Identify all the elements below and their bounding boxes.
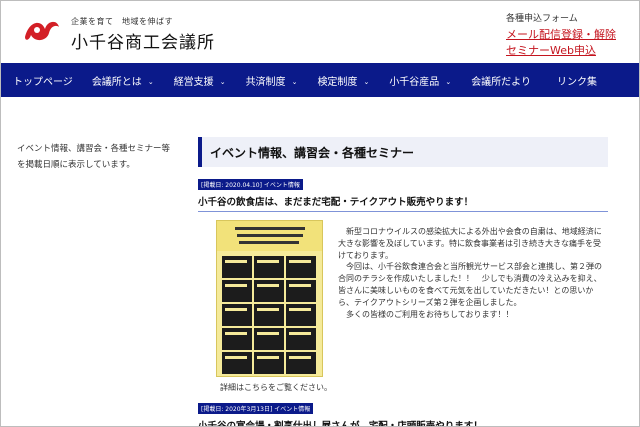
nav-item-label: 共済制度 [245,76,286,88]
chevron-down-icon: ⌄ [219,78,226,86]
nav-item-top[interactable]: トップページ [13,63,73,97]
chevron-down-icon: ⌄ [291,78,298,86]
post-text: 新型コロナウイルスの感染拡大による外出や会食の自粛は、地域経済に大きな影響を及ぼ… [338,226,606,320]
nav-item-label: 会議所だより [471,76,531,88]
main-content: イベント情報、講習会・各種セミナー [掲載日: 2020.04.10] イベント… [198,137,608,426]
flyer-header [217,221,322,251]
chevron-down-icon: ⌄ [147,78,154,86]
post-title[interactable]: 小千谷の飲食店は、まだまだ宅配・テイクアウト販売やります！ [198,194,608,212]
page-title: イベント情報、講習会・各種セミナー [210,145,415,160]
post-meta-badge: [掲載日: 2020年3月13日] イベント情報 [198,403,314,414]
page-frame: 企業を育て 地域を伸ばす 小千谷商工会議所 各種申込フォーム メール配信登録・解… [0,0,640,427]
post-paragraph: 新型コロナウイルスの感染拡大による外出や会食の自粛は、地域経済に大きな影響を及ぼ… [338,227,602,260]
nav-item-label: 経営支援 [173,76,214,88]
seminar-web-apply-link[interactable]: セミナーWeb申込 [506,43,636,59]
page-title-box: イベント情報、講習会・各種セミナー [198,137,608,167]
detail-link[interactable]: 詳細はこちらをご覧ください。 [220,382,332,393]
flyer-shop-grid [221,255,318,375]
apply-forms-label: 各種申込フォーム [506,14,578,24]
sidebar-description: イベント情報、講習会・各種セミナー等を掲載日順に表示しています。 [17,144,171,170]
nav-item-certification[interactable]: 検定制度 ⌄ [317,63,369,97]
site-name[interactable]: 小千谷商工会議所 [71,28,215,53]
site-header: 企業を育て 地域を伸ばす 小千谷商工会議所 各種申込フォーム メール配信登録・解… [1,1,639,63]
chevron-down-icon: ⌄ [445,78,452,86]
nav-item-links[interactable]: リンク集 [557,63,597,97]
nav-item-label: 小千谷産品 [389,76,440,88]
header-forms: 各種申込フォーム メール配信登録・解除 セミナーWeb申込 [506,11,636,59]
post-paragraph: 多くの皆様のご利用をお待ちしております！！ [346,309,514,319]
post-body: 新型コロナウイルスの感染拡大による外出や会食の自粛は、地域経済に大きな影響を及ぼ… [198,218,608,396]
nav-item-label: 会議所とは [91,76,142,88]
nav-item-local-products[interactable]: 小千谷産品 ⌄ [389,63,451,97]
nav-item-about[interactable]: 会議所とは ⌄ [92,63,154,97]
chevron-down-icon: ⌄ [363,78,370,86]
nav-item-label: 検定制度 [317,76,358,88]
nav-item-newsletter[interactable]: 会議所だより [471,63,531,97]
post-meta-badge: [掲載日: 2020.04.10] イベント情報 [198,179,303,190]
main-nav: トップページ 会議所とは ⌄ 経営支援 ⌄ 共済制度 ⌄ 検定制度 ⌄ 小千谷産… [1,63,639,97]
chamber-logo-icon[interactable] [23,15,61,45]
nav-item-management-support[interactable]: 経営支援 ⌄ [174,63,226,97]
takeout-flyer-image[interactable] [216,220,323,377]
nav-item-label: リンク集 [557,76,597,88]
site-tagline: 企業を育て 地域を伸ばす [71,17,173,26]
post-title[interactable]: 小千谷の宴会場・割烹仕出し屋さんが、宅配・店頭販売やります！ [198,418,608,426]
mail-subscribe-link[interactable]: メール配信登録・解除 [506,27,636,43]
nav-item-mutual-aid[interactable]: 共済制度 ⌄ [246,63,298,97]
nav-item-label: トップページ [13,76,73,88]
post-paragraph: 今回は、小千谷飲食連合会と当所観光サービス部会と連携し、第２弾の合同のチラシを作… [338,262,602,307]
